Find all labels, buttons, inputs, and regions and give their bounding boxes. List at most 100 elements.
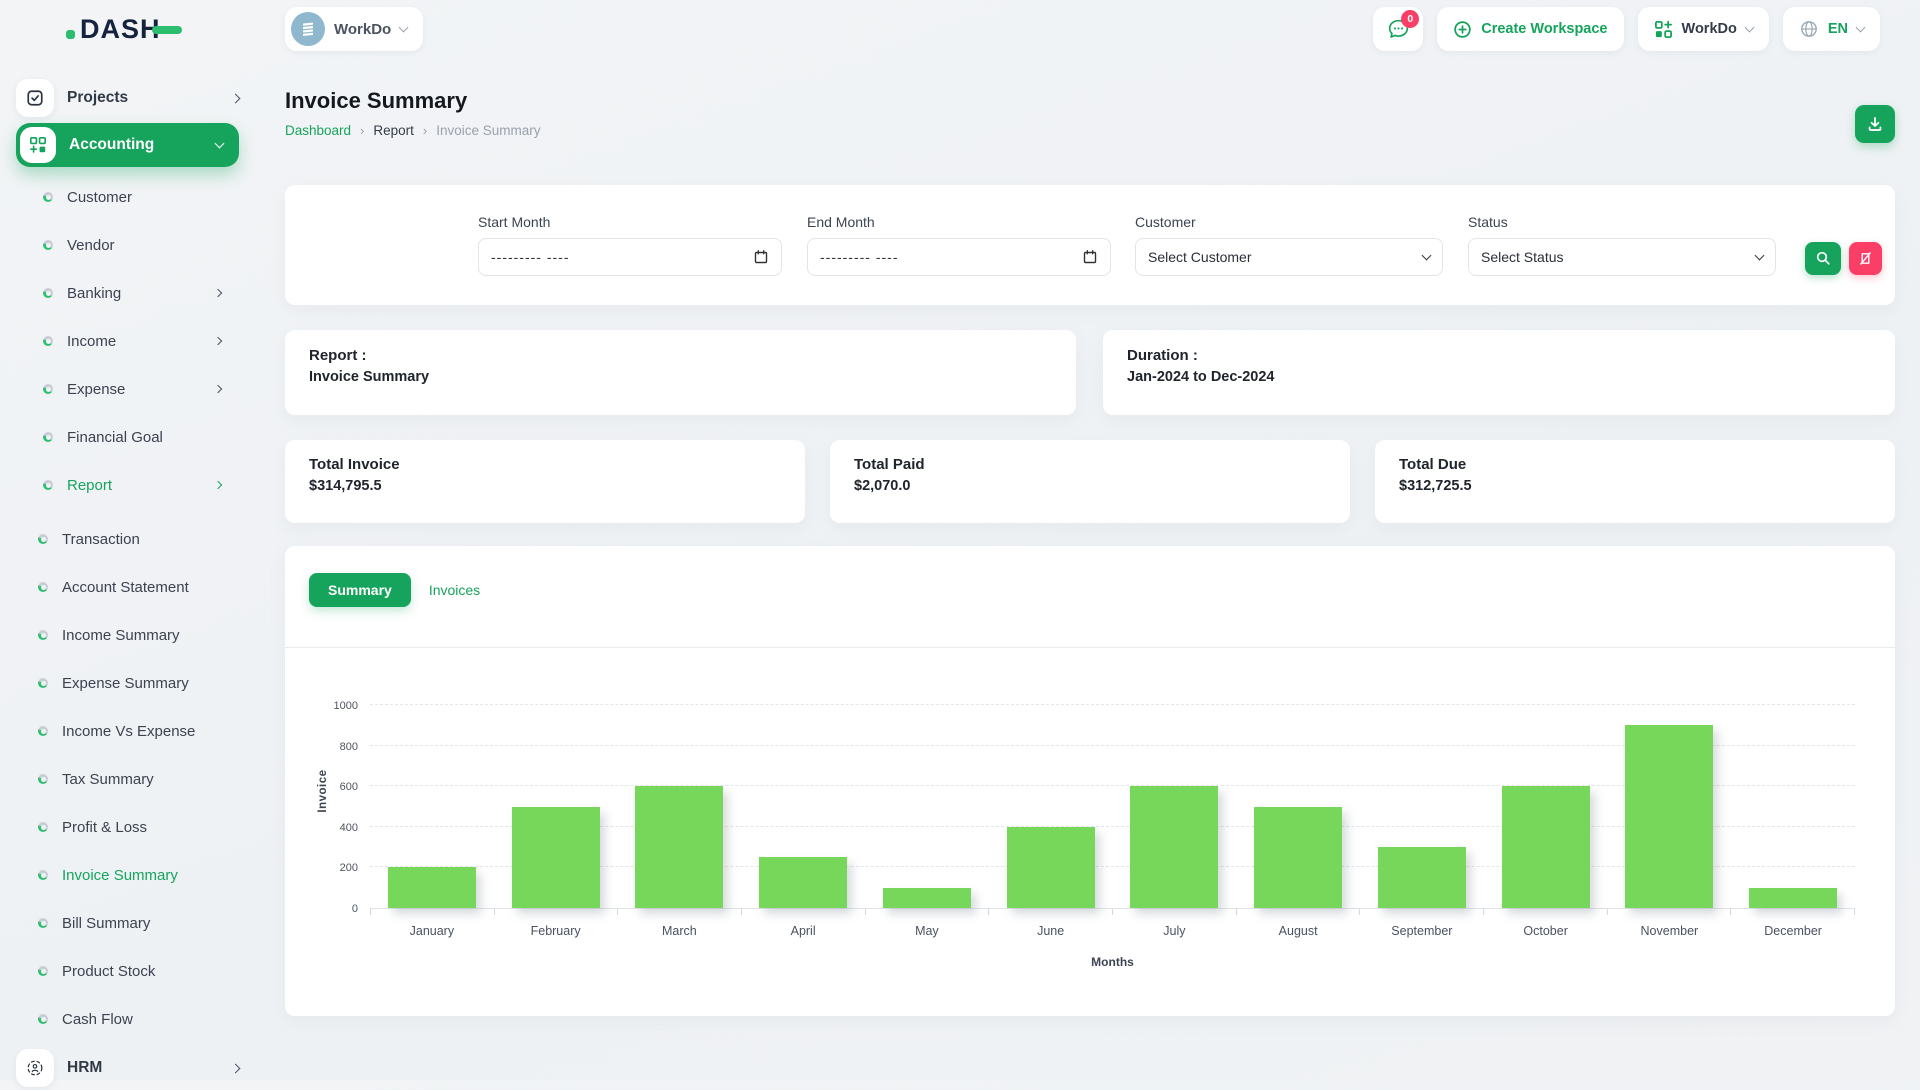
sidebar-item-projects[interactable]: Projects bbox=[16, 78, 239, 118]
customer-label: Customer bbox=[1135, 214, 1443, 230]
sidebar-item-account-statement[interactable]: Account Statement bbox=[38, 563, 239, 611]
bullet-icon bbox=[38, 630, 48, 640]
create-workspace-button[interactable]: Create Workspace bbox=[1437, 7, 1623, 51]
bar-slot-february bbox=[494, 706, 618, 908]
apply-filter-button[interactable] bbox=[1805, 242, 1841, 275]
status-field: Status Select Status bbox=[1468, 214, 1776, 276]
sidebar-item-hrm[interactable]: HRM bbox=[16, 1046, 239, 1090]
total-label: Total Paid bbox=[854, 456, 1326, 473]
plot-wrap: 02004006008001000 JanuaryFebruaryMarchAp… bbox=[370, 706, 1855, 969]
y-tick-label: 400 bbox=[318, 822, 358, 834]
bar-slot-november bbox=[1608, 706, 1732, 908]
page-title: Invoice Summary bbox=[285, 88, 1895, 114]
sidebar-item-vendor[interactable]: Vendor bbox=[43, 221, 239, 269]
x-tick bbox=[1484, 909, 1608, 915]
x-label-january: January bbox=[370, 924, 494, 938]
duration-info-card: Duration : Jan-2024 to Dec-2024 bbox=[1103, 330, 1895, 415]
end-month-input[interactable]: --------- ---- bbox=[807, 238, 1111, 276]
totals-row: Total Invoice$314,795.5Total Paid$2,070.… bbox=[285, 440, 1895, 523]
total-label: Total Due bbox=[1399, 456, 1871, 473]
report-info-row: Report : Invoice Summary Duration : Jan-… bbox=[285, 330, 1895, 415]
reset-filter-button[interactable] bbox=[1849, 242, 1882, 275]
chevron-down-icon bbox=[1755, 251, 1765, 261]
bar-slot-june bbox=[989, 706, 1113, 908]
bullet-icon bbox=[43, 384, 53, 394]
start-month-label: Start Month bbox=[478, 214, 782, 230]
sidebar-item-label: Income bbox=[67, 333, 201, 350]
chevron-down-icon bbox=[215, 139, 225, 149]
sidebar-item-income-vs-expense[interactable]: Income Vs Expense bbox=[38, 707, 239, 755]
sidebar-item-cash-flow[interactable]: Cash Flow bbox=[38, 995, 239, 1043]
sidebar-item-financial-goal[interactable]: Financial Goal bbox=[43, 413, 239, 461]
sidebar-item-expense-summary[interactable]: Expense Summary bbox=[38, 659, 239, 707]
sidebar-item-accounting[interactable]: Accounting bbox=[16, 123, 239, 167]
bullet-icon bbox=[38, 582, 48, 592]
breadcrumb-item-report[interactable]: Report bbox=[373, 123, 414, 138]
tab-invoices[interactable]: Invoices bbox=[429, 582, 480, 598]
bullet-icon bbox=[43, 432, 53, 442]
brand-logo[interactable]: DASH bbox=[0, 14, 255, 45]
customer-select[interactable]: Select Customer bbox=[1135, 238, 1443, 276]
sidebar-item-product-stock[interactable]: Product Stock bbox=[38, 947, 239, 995]
report-label: Report : bbox=[309, 347, 1052, 364]
sidebar: Projects Accounting Customer Vendor Bankin… bbox=[0, 58, 255, 1080]
top-bar: DASH WorkDo 0 bbox=[0, 0, 1920, 58]
bar-slot-july bbox=[1113, 706, 1237, 908]
search-icon bbox=[1815, 250, 1831, 266]
y-tick-label: 800 bbox=[318, 741, 358, 753]
chevron-down-icon bbox=[1422, 251, 1432, 261]
x-label-august: August bbox=[1236, 924, 1360, 938]
messages-button[interactable]: 0 bbox=[1373, 7, 1423, 51]
bar-april bbox=[759, 857, 847, 908]
main-content: Invoice Summary Dashboard›Report›Invoice… bbox=[285, 58, 1895, 1016]
sidebar-item-profit-loss[interactable]: Profit & Loss bbox=[38, 803, 239, 851]
sidebar-item-expense[interactable]: Expense bbox=[43, 365, 239, 413]
bar-february bbox=[512, 807, 600, 909]
sidebar-item-tax-summary[interactable]: Tax Summary bbox=[38, 755, 239, 803]
tab-summary[interactable]: Summary bbox=[309, 573, 411, 607]
clear-filter-icon bbox=[1858, 251, 1873, 266]
sidebar-item-label: Vendor bbox=[67, 237, 221, 254]
x-tick bbox=[866, 909, 990, 915]
accounting-icon-box bbox=[20, 127, 56, 163]
language-selector[interactable]: EN bbox=[1783, 7, 1880, 51]
sidebar-item-income-summary[interactable]: Income Summary bbox=[38, 611, 239, 659]
workspace-selector[interactable]: WorkDo bbox=[285, 7, 423, 51]
bar-september bbox=[1378, 847, 1466, 908]
sidebar-item-label: Invoice Summary bbox=[62, 867, 221, 884]
bar-may bbox=[883, 888, 971, 908]
plot-area: 02004006008001000 bbox=[370, 706, 1855, 909]
status-select[interactable]: Select Status bbox=[1468, 238, 1776, 276]
app-menu-button[interactable]: WorkDo bbox=[1638, 7, 1769, 51]
app: DASH WorkDo 0 bbox=[0, 0, 1920, 1080]
sidebar-item-label: Account Statement bbox=[62, 579, 221, 596]
bar-july bbox=[1130, 786, 1218, 908]
tabs: Summary Invoices bbox=[309, 570, 1871, 607]
sidebar-item-transaction[interactable]: Transaction bbox=[38, 515, 239, 563]
sidebar-item-label: Customer bbox=[67, 189, 221, 206]
sidebar-item-banking[interactable]: Banking bbox=[43, 269, 239, 317]
building-icon bbox=[299, 20, 317, 38]
sidebar-item-income[interactable]: Income bbox=[43, 317, 239, 365]
breadcrumb-item-invoice-summary: Invoice Summary bbox=[436, 123, 540, 138]
user-dashed-circle-icon bbox=[25, 1058, 45, 1078]
download-button[interactable] bbox=[1855, 105, 1895, 143]
bullet-icon bbox=[43, 288, 53, 298]
breadcrumb-item-dashboard[interactable]: Dashboard bbox=[285, 123, 351, 138]
bar-october bbox=[1502, 786, 1590, 908]
start-month-input[interactable]: --------- ---- bbox=[478, 238, 782, 276]
sidebar-item-bill-summary[interactable]: Bill Summary bbox=[38, 899, 239, 947]
sidebar-item-invoice-summary[interactable]: Invoice Summary bbox=[38, 851, 239, 899]
sidebar-item-report[interactable]: Report bbox=[43, 461, 239, 509]
y-tick-label: 600 bbox=[318, 781, 358, 793]
bullet-icon bbox=[43, 336, 53, 346]
filter-buttons bbox=[1805, 242, 1882, 275]
sidebar-item-customer[interactable]: Customer bbox=[43, 173, 239, 221]
sidebar-item-label: Projects bbox=[67, 89, 219, 107]
sidebar-item-label: Accounting bbox=[69, 136, 203, 154]
x-tick bbox=[495, 909, 619, 915]
x-label-june: June bbox=[989, 924, 1113, 938]
report-submenu: Transaction Account Statement Income Summa… bbox=[16, 515, 239, 1043]
bullet-icon bbox=[38, 534, 48, 544]
language-label: EN bbox=[1828, 21, 1848, 37]
